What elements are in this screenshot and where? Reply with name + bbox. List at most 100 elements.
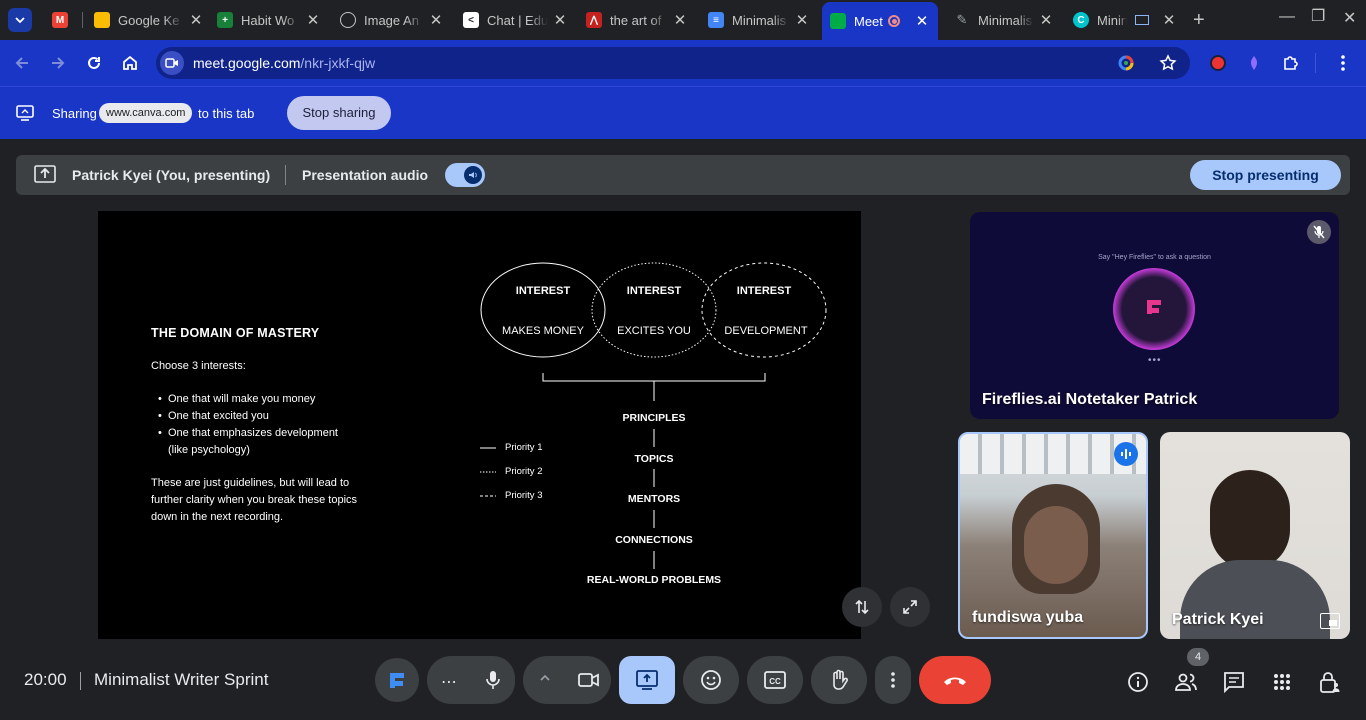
close-tab-icon[interactable]: ✕ (794, 11, 810, 29)
fullscreen-button[interactable] (890, 587, 930, 627)
video-controls-group (523, 656, 611, 704)
fireflies-extension-button[interactable] (375, 658, 419, 702)
openai-favicon-icon (340, 12, 356, 28)
tab-canva[interactable]: C Minin ✕ (1073, 5, 1177, 35)
edit-favicon-icon: ✎ (956, 12, 968, 27)
minimize-button[interactable]: — (1279, 8, 1295, 26)
docs-favicon-icon: ≡ (708, 12, 724, 28)
participant-face (1024, 506, 1088, 584)
home-button[interactable] (119, 52, 141, 74)
stop-presenting-button[interactable]: Stop presenting (1190, 160, 1341, 190)
tab-gmail[interactable]: M (52, 5, 80, 35)
participant-video (1210, 470, 1290, 570)
tab-minimalist-2[interactable]: ✎ Minimalis ✕ (954, 5, 1054, 35)
emoji-icon (701, 670, 721, 690)
bookmark-button[interactable] (1159, 54, 1177, 72)
mic-muted-icon (1307, 220, 1331, 244)
tab-casting-icon (1135, 15, 1149, 25)
stop-sharing-button[interactable]: Stop sharing (287, 96, 391, 130)
tab-pdf[interactable]: ⋀ the art of ✕ (586, 5, 688, 35)
activities-button[interactable] (1270, 670, 1294, 694)
tab-title: Meet (854, 13, 883, 29)
new-tab-button[interactable]: + (1193, 10, 1205, 30)
leave-call-button[interactable] (919, 656, 991, 704)
presentation-audio-toggle[interactable] (445, 163, 485, 187)
close-tab-icon[interactable]: ✕ (1161, 11, 1177, 29)
tab-google-keep[interactable]: Google Ke ✕ (94, 5, 204, 35)
close-tab-icon[interactable]: ✕ (672, 11, 688, 29)
sheets-favicon-icon: + (217, 12, 233, 28)
loading-dots: ••• (1148, 355, 1162, 366)
tab-habit-sheet[interactable]: + Habit Wo ✕ (217, 5, 321, 35)
flow-step: REAL-WORLD PROBLEMS (586, 574, 722, 586)
arrow-right-icon (52, 57, 65, 69)
url-text: meet.google.com/nkr-jxkf-qjw (193, 55, 375, 71)
microphone-icon (486, 671, 500, 689)
venn-sub: DEVELOPMENT (724, 325, 808, 337)
bracket-connector (542, 373, 766, 401)
raise-hand-button[interactable] (811, 656, 867, 704)
puzzle-icon (1284, 56, 1298, 70)
window-close-button[interactable]: ✕ (1343, 8, 1356, 28)
swap-layout-button[interactable] (842, 587, 882, 627)
microphone-button[interactable] (471, 656, 515, 704)
google-lens-button[interactable] (1118, 55, 1134, 71)
browser-toolbar: meet.google.com/nkr-jxkf-qjw (0, 40, 1366, 86)
legend-label: Priority 1 (505, 442, 543, 453)
venn-heading: INTEREST (736, 285, 792, 297)
video-options-button[interactable] (539, 672, 551, 684)
camera-button[interactable] (567, 656, 611, 704)
back-button[interactable] (11, 52, 33, 74)
chevron-down-icon (15, 17, 25, 24)
audio-controls-group: ⋯ (427, 656, 515, 704)
address-bar[interactable]: meet.google.com/nkr-jxkf-qjw (156, 47, 1190, 79)
fireflies-orb (1113, 268, 1195, 350)
tab-image-analyzer[interactable]: Image An ✕ (340, 5, 444, 35)
canva-favicon-icon: C (1073, 12, 1089, 28)
notetaker-prompt: Say "Hey Fireflies" to ask a question (1098, 254, 1211, 261)
close-tab-icon[interactable]: ✕ (552, 11, 568, 29)
tab-search-button[interactable] (8, 8, 32, 32)
close-tab-icon[interactable]: ✕ (188, 11, 204, 29)
reload-button[interactable] (83, 52, 105, 74)
chat-favicon-icon: < (463, 12, 479, 28)
url-host: meet.google.com (193, 55, 301, 71)
people-button[interactable] (1174, 670, 1198, 694)
close-tab-icon[interactable]: ✕ (914, 12, 930, 30)
forward-button[interactable] (47, 52, 69, 74)
participant-tile-fundiswa[interactable]: fundiswa yuba (958, 432, 1148, 639)
browser-menu-button[interactable] (1332, 52, 1354, 74)
venn-heading: INTEREST (626, 285, 682, 297)
reactions-button[interactable] (683, 656, 739, 704)
close-tab-icon[interactable]: ✕ (1038, 11, 1054, 29)
restore-button[interactable]: ❐ (1311, 6, 1325, 26)
tab-docs[interactable]: ≡ Minimalis ✕ (708, 5, 810, 35)
venn-circle-excites (591, 262, 717, 358)
captions-button[interactable]: CC (747, 656, 803, 704)
site-info-button[interactable] (160, 51, 184, 75)
tab-meet-active[interactable]: Meet ✕ (822, 2, 938, 40)
extension-purple-button[interactable] (1243, 52, 1265, 74)
picture-in-picture-icon (1320, 613, 1340, 629)
swap-vertical-icon (855, 599, 869, 615)
close-tab-icon[interactable]: ✕ (305, 11, 321, 29)
hand-icon (833, 669, 848, 690)
present-now-button[interactable] (619, 656, 675, 704)
flow-step: MENTORS (627, 493, 681, 505)
chat-button[interactable] (1222, 670, 1246, 694)
extension-record-button[interactable] (1207, 52, 1229, 74)
svg-text:CC: CC (769, 677, 781, 686)
host-controls-button[interactable] (1318, 670, 1342, 694)
close-tab-icon[interactable]: ✕ (428, 11, 444, 29)
audio-options-button[interactable]: ⋯ (441, 672, 457, 692)
tab-title: Image An (364, 12, 419, 28)
legend-label: Priority 2 (505, 466, 543, 477)
more-options-button[interactable] (875, 656, 911, 704)
meeting-details-button[interactable] (1126, 670, 1150, 694)
extensions-button[interactable] (1280, 52, 1302, 74)
call-end-icon (944, 677, 966, 685)
participant-tile-patrick[interactable]: Patrick Kyei (1160, 432, 1350, 639)
tab-strip: M Google Ke ✕ + Habit Wo ✕ Image An ✕ < … (0, 0, 1366, 40)
participant-tile-notetaker[interactable]: Say "Hey Fireflies" to ask a question ••… (970, 212, 1339, 419)
tab-chat[interactable]: < Chat | Edu ✕ (463, 5, 568, 35)
